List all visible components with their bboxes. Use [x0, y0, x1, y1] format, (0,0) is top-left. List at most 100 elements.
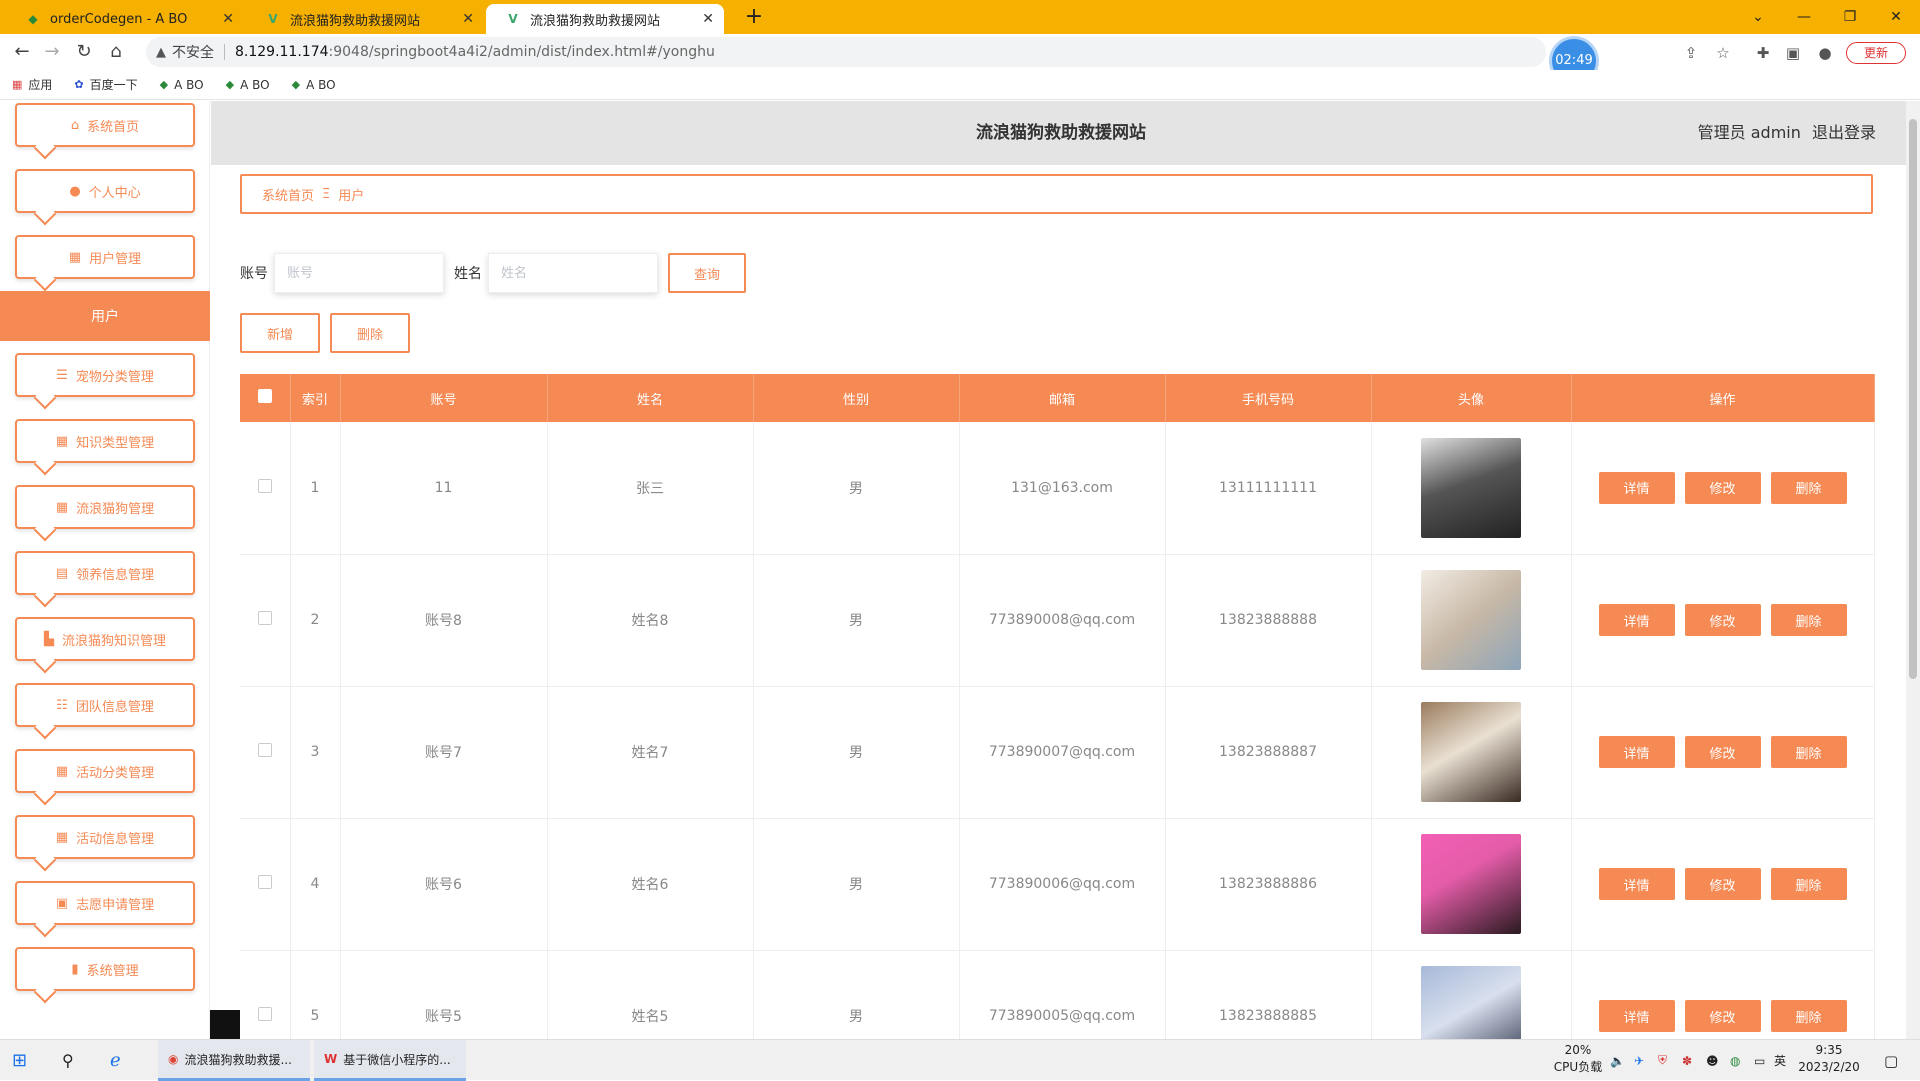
share-icon[interactable]: ⇪: [1680, 42, 1702, 64]
edit-button[interactable]: 修改: [1684, 1000, 1761, 1032]
avatar[interactable]: [1421, 966, 1521, 1039]
cell-account: 11: [340, 422, 548, 555]
sidebar-item-volunteer[interactable]: ▣ 志愿申请管理: [15, 881, 195, 925]
detail-button[interactable]: 详情: [1598, 868, 1675, 900]
cell-name: 姓名8: [547, 554, 754, 687]
sidebar-item-system[interactable]: ▮ 系统管理: [15, 947, 195, 991]
profile-icon[interactable]: ●: [1814, 42, 1836, 64]
update-button[interactable]: 更新: [1846, 42, 1906, 64]
browser-tab[interactable]: ◆ orderCodegen - A BO ✕: [6, 4, 244, 34]
sidepanel-icon[interactable]: ▣: [1782, 42, 1804, 64]
detail-button[interactable]: 详情: [1598, 604, 1675, 636]
search-icon[interactable]: ⚲: [62, 1040, 74, 1081]
qq-icon[interactable]: ☻: [1706, 1040, 1719, 1081]
query-button[interactable]: 查询: [668, 253, 746, 293]
restore-icon[interactable]: ❐: [1830, 4, 1870, 30]
page-scrollbar[interactable]: [1906, 101, 1920, 1039]
sidebar-item-adoption[interactable]: ▤ 领养信息管理: [15, 551, 195, 595]
logout-link[interactable]: 退出登录: [1812, 123, 1876, 142]
delete-button[interactable]: 删除: [1770, 1000, 1847, 1032]
select-all-checkbox[interactable]: [257, 389, 272, 403]
delete-button[interactable]: 删除: [1770, 868, 1847, 900]
sidebar-item-home[interactable]: ⌂ 系统首页: [15, 103, 195, 147]
edit-button[interactable]: 修改: [1684, 736, 1761, 768]
close-window-icon[interactable]: ✕: [1876, 4, 1916, 30]
row-checkbox[interactable]: [257, 611, 272, 625]
cell-name: 姓名5: [547, 950, 754, 1039]
windows-start-icon[interactable]: ⊞: [12, 1040, 27, 1081]
security-shield-icon[interactable]: ⛨: [1658, 1040, 1667, 1081]
browser-tab-active[interactable]: V 流浪猫狗救助救援网站 ✕: [486, 4, 724, 34]
sidebar-subitem-user[interactable]: 用户: [0, 291, 210, 341]
delete-button[interactable]: 删除: [1770, 471, 1847, 504]
close-tab-icon[interactable]: ✕: [702, 11, 714, 27]
column-header: 头像: [1371, 374, 1572, 422]
app-tray-icon[interactable]: ✽: [1682, 1040, 1692, 1081]
sidebar-item-stray-animals[interactable]: ▦ 流浪猫狗管理: [15, 485, 195, 529]
column-header: 邮箱: [959, 374, 1166, 422]
sidebar-item-knowledge-type[interactable]: ▦ 知识类型管理: [15, 419, 195, 463]
sidebar-item-team[interactable]: ☷ 团队信息管理: [15, 683, 195, 727]
sidebar-item-stray-knowledge[interactable]: ▙ 流浪猫狗知识管理: [15, 617, 195, 661]
avatar[interactable]: [1421, 834, 1521, 934]
detail-button[interactable]: 详情: [1598, 1000, 1675, 1032]
avatar[interactable]: [1421, 702, 1521, 802]
avatar[interactable]: [1421, 437, 1521, 538]
extensions-icon[interactable]: ✚: [1752, 42, 1774, 64]
network-icon[interactable]: ✈: [1634, 1040, 1644, 1081]
sidebar-item-activity-info[interactable]: ▦ 活动信息管理: [15, 815, 195, 859]
sidebar-item-profile[interactable]: ● 个人中心: [15, 169, 195, 213]
close-tab-icon[interactable]: ✕: [462, 11, 474, 27]
scrollbar-thumb[interactable]: [1909, 119, 1917, 679]
edit-button[interactable]: 修改: [1684, 604, 1761, 636]
breadcrumb-home[interactable]: 系统首页: [262, 185, 314, 204]
edit-button[interactable]: 修改: [1684, 471, 1761, 504]
name-input[interactable]: [488, 253, 658, 293]
notification-icon[interactable]: ▢: [1884, 1040, 1898, 1081]
column-header: 账号: [340, 374, 548, 422]
home-icon[interactable]: ⌂: [102, 38, 130, 66]
forward-icon[interactable]: →: [38, 38, 66, 66]
delete-button[interactable]: 删除: [1770, 604, 1847, 636]
wechat-icon[interactable]: ◍: [1730, 1040, 1740, 1081]
address-bar[interactable]: ▲ 不安全 8.129.11.174 :9048/springboot4a4i2…: [146, 37, 1546, 67]
sidebar-item-user-management[interactable]: ▦ 用户管理: [15, 235, 195, 279]
browser-tab[interactable]: V 流浪猫狗救助救援网站 ✕: [246, 4, 484, 34]
account-input[interactable]: [274, 253, 444, 293]
taskbar-chrome-task[interactable]: ◉ 流浪猫狗救助救援...: [158, 1040, 310, 1081]
bookmark-abo[interactable]: ◆ A BO: [226, 78, 270, 92]
row-checkbox[interactable]: [257, 875, 272, 889]
tab-search-icon[interactable]: ⌄: [1738, 4, 1778, 30]
sidebar-item-label: 系统首页: [87, 119, 140, 135]
edit-button[interactable]: 修改: [1684, 868, 1761, 900]
security-label: 不安全: [172, 45, 214, 61]
volume-icon[interactable]: 🔈: [1610, 1040, 1625, 1081]
sidebar-item-activity-category[interactable]: ▦ 活动分类管理: [15, 749, 195, 793]
bookmark-abo[interactable]: ◆ A BO: [292, 78, 336, 92]
cell-actions: 详情 修改 删除: [1571, 554, 1875, 687]
row-checkbox[interactable]: [257, 1007, 272, 1021]
detail-button[interactable]: 详情: [1598, 736, 1675, 768]
sidebar-item-pet-category[interactable]: ☰ 宠物分类管理: [15, 353, 195, 397]
row-checkbox[interactable]: [257, 478, 272, 493]
ie-browser-icon[interactable]: ℯ: [110, 1040, 121, 1081]
row-checkbox[interactable]: [257, 743, 272, 757]
bookmark-apps[interactable]: ▦ 应用: [12, 76, 52, 93]
minimize-icon[interactable]: —: [1784, 4, 1824, 30]
bookmark-star-icon[interactable]: ☆: [1712, 42, 1734, 64]
clock[interactable]: 9:35 2023/2/20: [1784, 1042, 1874, 1076]
display-icon[interactable]: ▭: [1754, 1040, 1765, 1081]
batch-delete-button[interactable]: 删除: [330, 313, 410, 353]
select-all-cell[interactable]: [240, 374, 291, 422]
taskbar-wps-task[interactable]: W 基于微信小程序的...: [314, 1040, 466, 1081]
new-tab-button[interactable]: +: [740, 4, 768, 32]
delete-button[interactable]: 删除: [1770, 736, 1847, 768]
bookmark-abo[interactable]: ◆ A BO: [160, 78, 204, 92]
add-button[interactable]: 新增: [240, 313, 320, 353]
bookmark-baidu[interactable]: ✿ 百度一下: [74, 76, 137, 93]
reload-icon[interactable]: ↻: [70, 38, 98, 66]
avatar[interactable]: [1421, 570, 1521, 670]
back-icon[interactable]: ←: [8, 38, 36, 66]
close-tab-icon[interactable]: ✕: [222, 11, 234, 27]
detail-button[interactable]: 详情: [1598, 471, 1675, 504]
